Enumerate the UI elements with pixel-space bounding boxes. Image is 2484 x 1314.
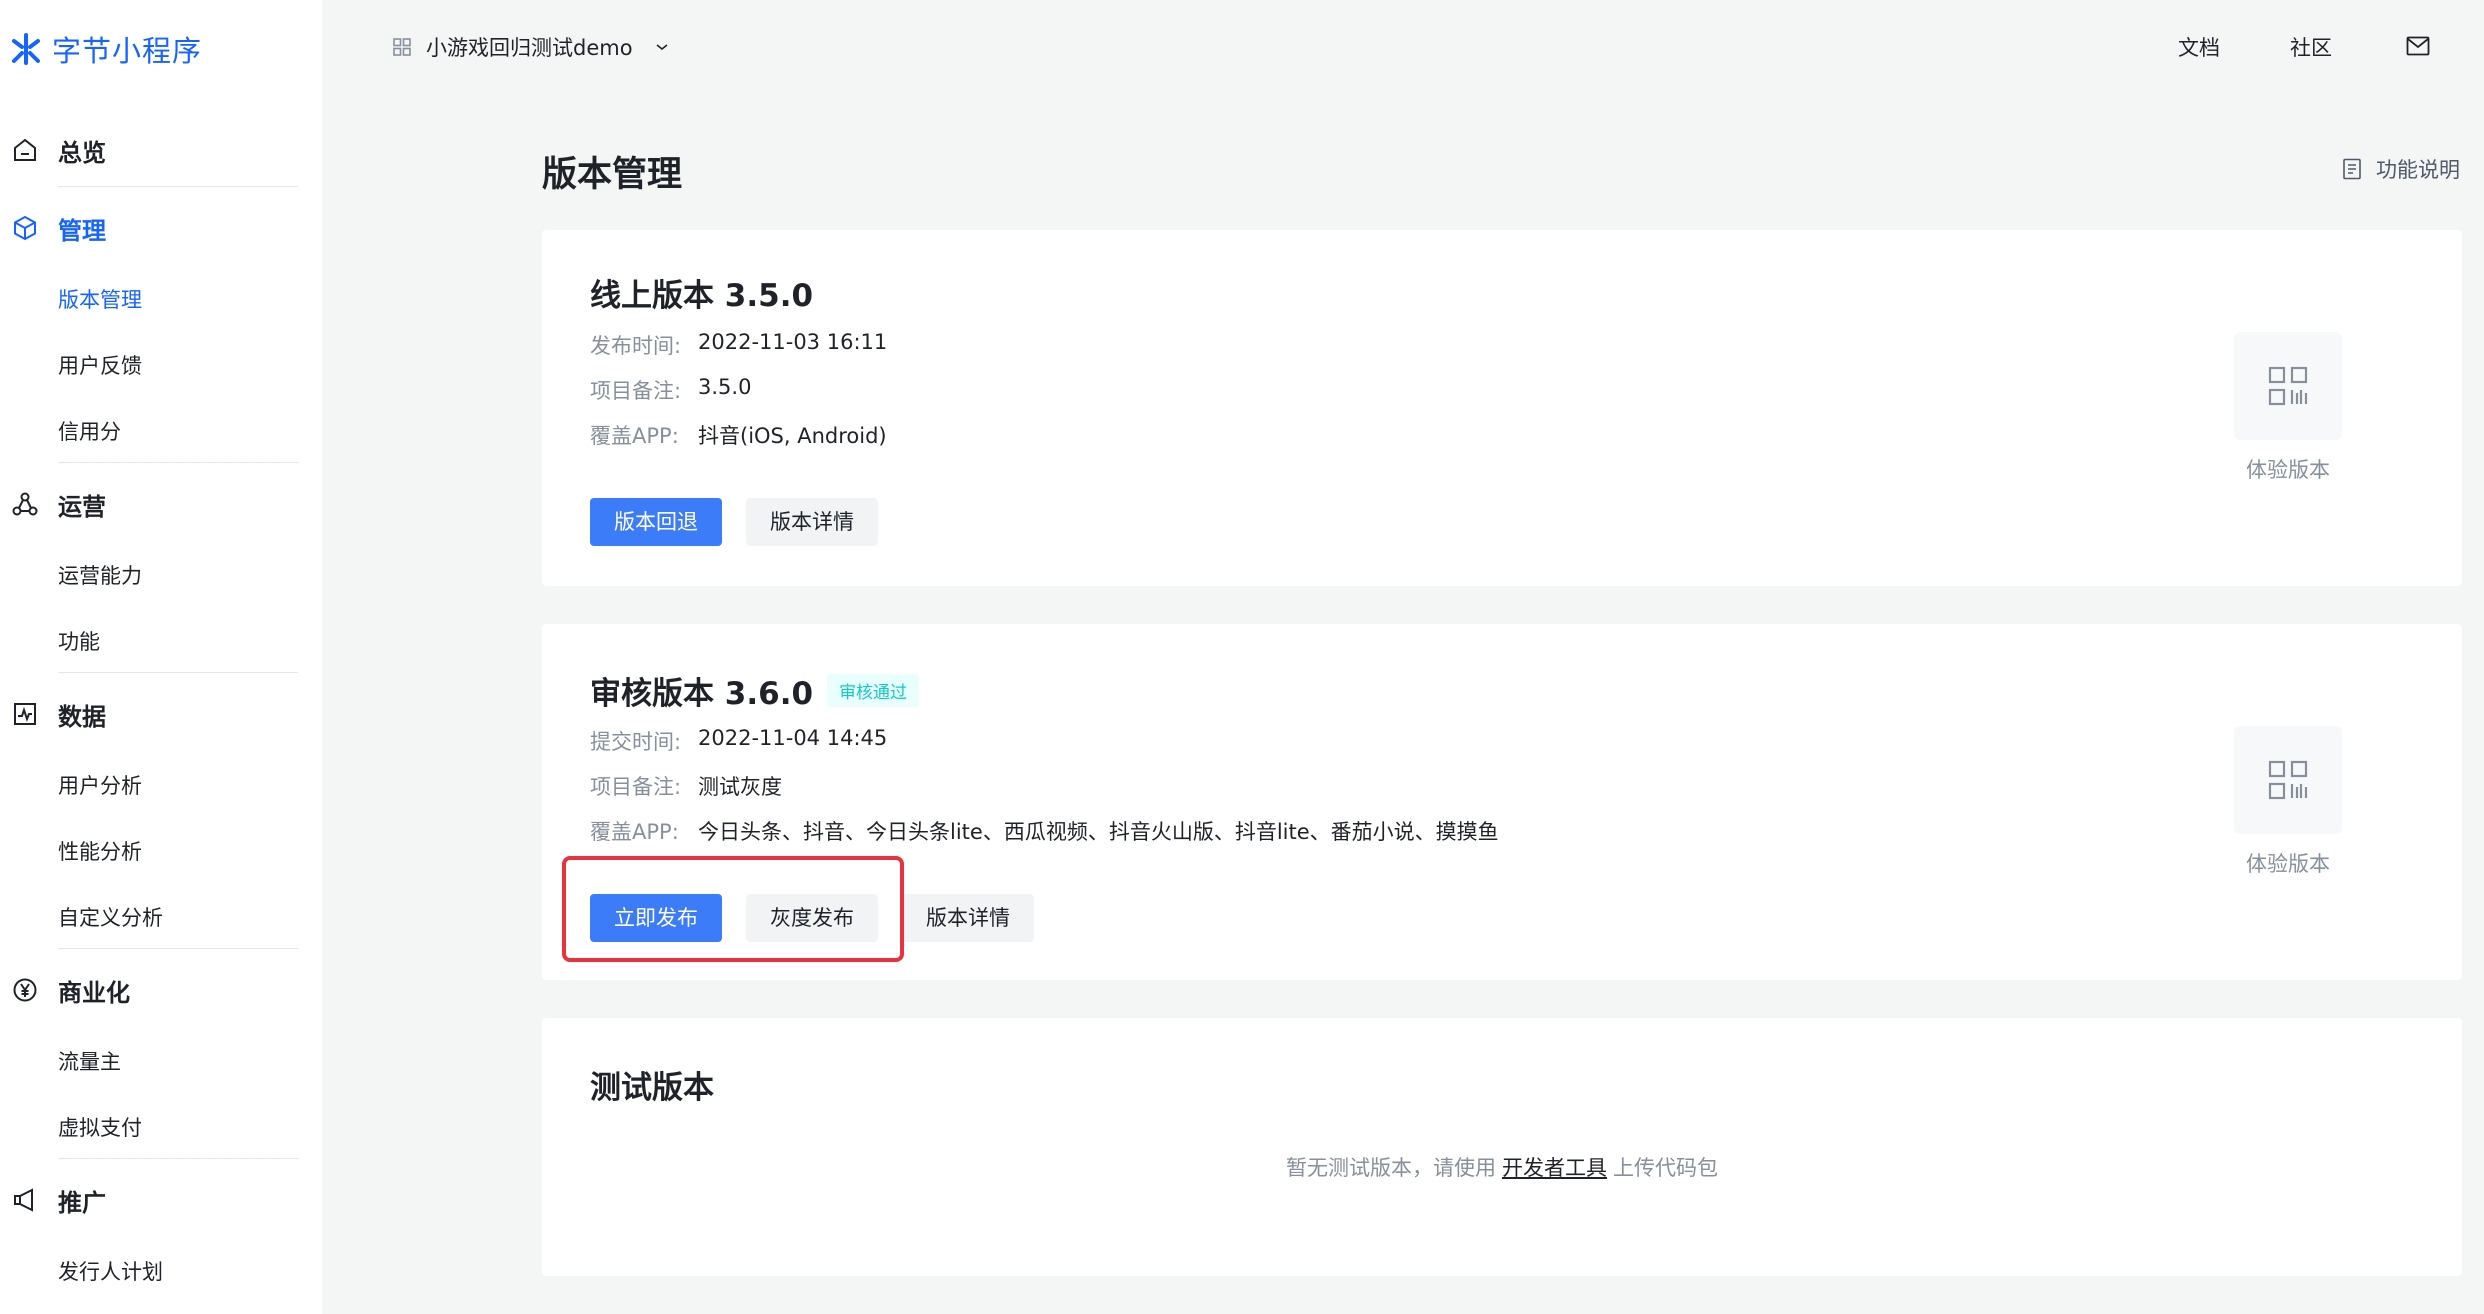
nav-divider xyxy=(58,948,298,949)
qrcode-icon xyxy=(2268,366,2308,406)
grid-icon xyxy=(393,38,411,56)
sidebar-item-custom-analysis[interactable]: 自定义分析 xyxy=(58,898,163,938)
experience-version-label: 体验版本 xyxy=(2246,458,2330,482)
qr-code[interactable] xyxy=(2234,332,2342,440)
share-icon xyxy=(12,492,38,516)
status-badge: 审核通过 xyxy=(827,674,920,707)
covered-app-row: 覆盖APP: 抖音(iOS, Android) xyxy=(590,424,887,448)
nav-group-label: 管理 xyxy=(58,216,106,245)
nav-group-management[interactable]: 管理 xyxy=(0,198,322,258)
experience-version-label: 体验版本 xyxy=(2246,852,2330,876)
chevron-down-icon xyxy=(656,44,668,51)
nav-group-label: 商业化 xyxy=(58,978,130,1007)
qr-code[interactable] xyxy=(2234,726,2342,834)
cube-icon xyxy=(14,215,36,241)
sidebar-item-user-feedback[interactable]: 用户反馈 xyxy=(58,346,142,386)
sidebar-item-performance-analysis[interactable]: 性能分析 xyxy=(58,832,142,872)
online-version-title: 线上版本 3.5.0 xyxy=(590,278,814,314)
nav-group-promotion[interactable]: 推广 xyxy=(0,1170,322,1230)
sidebar-item-publisher-plan[interactable]: 发行人计划 xyxy=(58,1252,163,1292)
sidebar-item-version-management[interactable]: 版本管理 xyxy=(58,280,142,320)
nav-divider xyxy=(58,672,298,673)
page-title: 版本管理 xyxy=(542,155,683,195)
project-note-row: 项目备注: 测试灰度 xyxy=(590,775,782,799)
home-icon xyxy=(14,138,36,161)
chart-icon xyxy=(14,703,36,725)
sidebar-item-credit-score[interactable]: 信用分 xyxy=(58,412,121,452)
highlight-box xyxy=(562,856,904,962)
sidebar-item-operation-capability[interactable]: 运营能力 xyxy=(58,556,142,596)
test-version-card: 测试版本 暂无测试版本，请使用 开发者工具 上传代码包 xyxy=(542,1018,2462,1276)
help-link[interactable]: 功能说明 xyxy=(2342,154,2460,184)
test-version-title: 测试版本 xyxy=(590,1070,714,1106)
help-label: 功能说明 xyxy=(2376,158,2460,182)
qrcode-icon xyxy=(2268,760,2308,800)
nav-group-label: 总览 xyxy=(58,138,106,167)
megaphone-icon xyxy=(14,1188,33,1212)
review-version-title: 审核版本 3.6.0 审核通过 xyxy=(590,668,920,713)
sidebar-item-user-analysis[interactable]: 用户分析 xyxy=(58,766,142,806)
nav-group-operations[interactable]: 运营 xyxy=(0,474,322,534)
nav-group-data[interactable]: 数据 xyxy=(0,684,322,744)
submit-time-row: 提交时间: 2022-11-04 14:45 xyxy=(590,726,888,754)
logo-text: 字节小程序 xyxy=(52,34,203,68)
brand-logo[interactable]: 字节小程序 xyxy=(8,28,202,70)
project-name: 小游戏回归测试demo xyxy=(426,36,633,60)
nav-divider xyxy=(58,186,298,187)
nav-group-label: 推广 xyxy=(58,1188,106,1217)
nav-group-label: 运营 xyxy=(58,492,106,521)
sidebar-item-features[interactable]: 功能 xyxy=(58,622,100,662)
yen-icon xyxy=(13,978,37,1002)
mail-icon[interactable] xyxy=(2406,36,2430,56)
version-details-button[interactable]: 版本详情 xyxy=(902,894,1034,942)
sidebar-item-traffic-owner[interactable]: 流量主 xyxy=(58,1042,121,1082)
nav-group-label: 数据 xyxy=(58,702,106,731)
sidebar: 字节小程序 总览 管理 版本管理 用户反馈 信用分 运营 运营能力 功能 数据 … xyxy=(0,0,322,1314)
community-link[interactable]: 社区 xyxy=(2290,32,2332,62)
nav-divider xyxy=(58,1158,298,1159)
project-switcher[interactable]: 小游戏回归测试demo xyxy=(392,32,671,62)
version-details-button[interactable]: 版本详情 xyxy=(746,498,878,546)
rollback-version-button[interactable]: 版本回退 xyxy=(590,498,722,546)
sidebar-item-virtual-payment[interactable]: 虚拟支付 xyxy=(58,1108,142,1148)
nav-divider xyxy=(58,462,298,463)
document-icon xyxy=(2343,158,2361,180)
logo-icon xyxy=(12,33,40,65)
project-note-row: 项目备注: 3.5.0 xyxy=(590,375,752,403)
nav-group-monetization[interactable]: 商业化 xyxy=(0,960,322,1020)
covered-app-row: 覆盖APP: 今日头条、抖音、今日头条lite、西瓜视频、抖音火山版、抖音lit… xyxy=(590,820,1499,844)
docs-link[interactable]: 文档 xyxy=(2178,32,2220,62)
online-version-card: 线上版本 3.5.0 发布时间: 2022-11-03 16:11 项目备注: … xyxy=(542,230,2462,586)
publish-time-row: 发布时间: 2022-11-03 16:11 xyxy=(590,330,888,358)
developer-tools-link[interactable]: 开发者工具 xyxy=(1502,1156,1607,1180)
empty-state: 暂无测试版本，请使用 开发者工具 上传代码包 xyxy=(1286,1156,1718,1180)
nav-group-overview[interactable]: 总览 xyxy=(0,120,322,180)
